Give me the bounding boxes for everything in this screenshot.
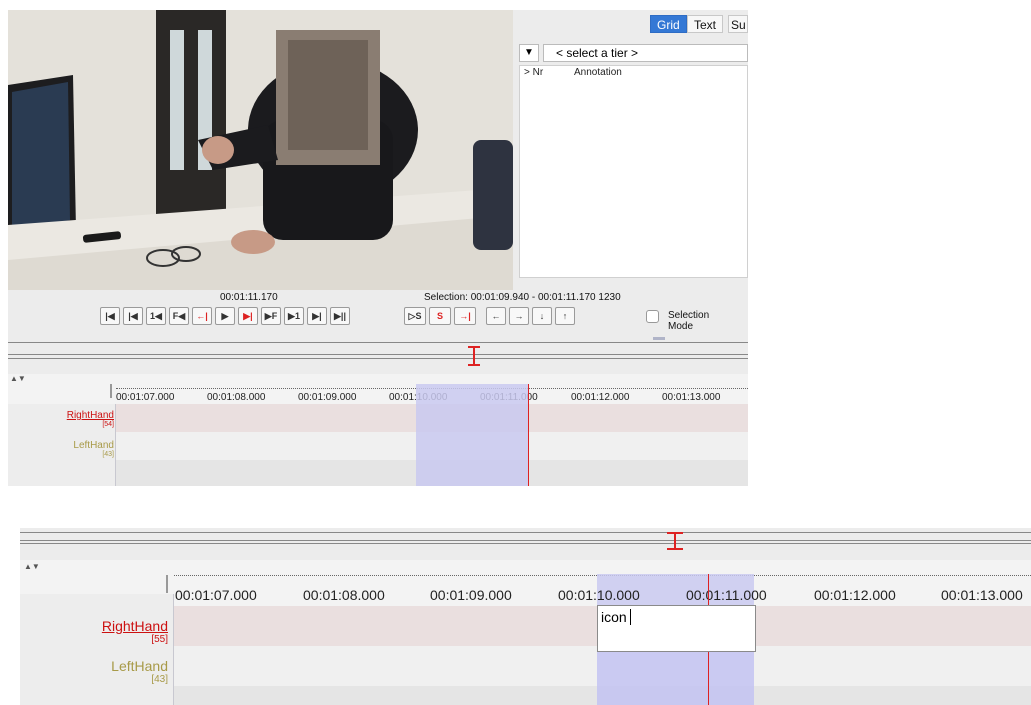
tier-name: RightHand: [101, 618, 168, 634]
lefthand-selection[interactable]: [597, 646, 754, 705]
time-tick: 00:01:10.000: [558, 587, 640, 603]
down-arrow-button[interactable]: ↓: [532, 307, 552, 325]
crosshair-bottom: [468, 364, 480, 366]
right-arrow-button[interactable]: →: [509, 307, 529, 325]
zoom-arrows-icon[interactable]: ▲▼: [10, 374, 26, 383]
tier-name: LeftHand: [73, 440, 114, 451]
annotation-edit-box[interactable]: icon: [597, 605, 756, 652]
to-selection-begin-button[interactable]: ←|: [192, 307, 212, 325]
overview-line: [8, 358, 748, 359]
time-tick: 00:01:07.000: [175, 587, 257, 603]
ruler-marker: [166, 575, 168, 593]
overview-line: [20, 532, 1031, 533]
grid-col-annotation[interactable]: Annotation: [574, 66, 622, 80]
time-tick: 00:01:09.000: [298, 392, 357, 403]
up-arrow-button[interactable]: ↑: [555, 307, 575, 325]
tier-name: LeftHand: [111, 658, 168, 674]
time-tick: 00:01:08.000: [303, 587, 385, 603]
tier-label-righthand[interactable]: RightHand [54]: [18, 410, 114, 428]
time-tick: 00:01:08.000: [207, 392, 266, 403]
go-to-begin-button[interactable]: |◀: [100, 307, 120, 325]
go-to-end-button[interactable]: ▶||: [330, 307, 350, 325]
tier-selector: ▼ < select a tier >: [519, 44, 748, 62]
timeline-viewer[interactable]: ▲▼ 00:01:07.000 00:01:08.000 00:01:09.00…: [20, 560, 1031, 705]
tier-label-lefthand[interactable]: LeftHand [43]: [18, 440, 114, 458]
text-cursor: [630, 609, 631, 625]
video-player[interactable]: [8, 10, 513, 290]
previous-step-button[interactable]: F◀: [169, 307, 189, 325]
tab-subtitles[interactable]: Su: [728, 15, 748, 33]
grid-header: > Nr Annotation: [520, 66, 747, 80]
selection-end-button[interactable]: →|: [454, 307, 476, 325]
previous-frame-button[interactable]: |◀: [123, 307, 143, 325]
play-button[interactable]: ▶: [215, 307, 235, 325]
selection-mode-label: Selection Mode: [668, 310, 710, 332]
time-selection[interactable]: [416, 384, 528, 486]
zoomed-timeline-panel: ▲▼ 00:01:07.000 00:01:08.000 00:01:09.00…: [20, 528, 1031, 705]
tier-count: [54]: [102, 421, 114, 428]
video-frame-image: [8, 10, 513, 290]
time-tick: 00:01:13.000: [941, 587, 1023, 603]
overview-strip[interactable]: [8, 332, 748, 372]
clear-selection-button[interactable]: S: [429, 307, 451, 325]
time-tick: 00:01:12.000: [814, 587, 896, 603]
tier-label-righthand[interactable]: RightHand [55]: [30, 618, 168, 645]
annotation-side-panel: Grid Text Su ▼ < select a tier > > Nr An…: [513, 10, 748, 290]
next-second-button[interactable]: ▶1: [284, 307, 304, 325]
scroll-thumb[interactable]: [653, 337, 665, 340]
zoom-arrows-icon[interactable]: ▲▼: [24, 562, 40, 571]
crosshair-top: [468, 346, 480, 348]
overview-strip[interactable]: [20, 528, 1031, 560]
grid-col-nr[interactable]: > Nr: [524, 66, 543, 80]
overview-line: [20, 540, 1031, 541]
play-selection-s-button[interactable]: ▷S: [404, 307, 426, 325]
time-tick: 00:01:07.000: [116, 392, 175, 403]
crosshair-top: [667, 532, 683, 534]
left-arrow-button[interactable]: ←: [486, 307, 506, 325]
crosshair-line[interactable]: [528, 384, 529, 486]
time-tick: 00:01:11.000: [686, 587, 767, 603]
play-selection-button[interactable]: ▶|: [238, 307, 258, 325]
tier-name: RightHand: [66, 410, 114, 421]
selection-label: Selection: 00:01:09.940 - 00:01:11.170 1…: [424, 292, 621, 303]
selection-mode-checkbox[interactable]: [646, 310, 659, 323]
overview-line: [8, 354, 748, 355]
timeline-viewer[interactable]: ▲▼ 00:01:07.000 00:01:08.000 00:01:09.00…: [8, 374, 748, 486]
current-time: 00:01:11.170: [220, 292, 278, 303]
time-tick: 00:01:13.000: [662, 392, 721, 403]
tier-count: [43]: [151, 674, 168, 685]
overview-line: [20, 543, 1031, 544]
next-frame-button[interactable]: ▶|: [307, 307, 327, 325]
next-step-button[interactable]: ▶F: [261, 307, 281, 325]
tier-count: [43]: [102, 451, 114, 458]
tier-dropdown-arrow-icon[interactable]: ▼: [519, 44, 539, 62]
tier-count: [55]: [151, 634, 168, 645]
tier-label-lefthand[interactable]: LeftHand [43]: [30, 658, 168, 685]
tab-grid[interactable]: Grid: [650, 15, 687, 33]
previous-second-button[interactable]: 1◀: [146, 307, 166, 325]
crosshair-marker[interactable]: [473, 346, 475, 366]
overview-line: [8, 342, 748, 343]
top-elan-window: Grid Text Su ▼ < select a tier > > Nr An…: [8, 10, 748, 486]
annotation-edit-text[interactable]: icon: [601, 609, 627, 625]
time-tick: 00:01:12.000: [571, 392, 630, 403]
tier-label-column: [20, 594, 174, 705]
tab-bar: Grid Text Su: [513, 10, 748, 34]
ruler-marker: [110, 384, 112, 398]
crosshair-bottom: [667, 548, 683, 550]
tab-text[interactable]: Text: [687, 15, 724, 33]
tier-select[interactable]: < select a tier >: [543, 44, 748, 62]
time-tick: 00:01:09.000: [430, 587, 512, 603]
annotation-grid[interactable]: > Nr Annotation: [519, 65, 748, 278]
